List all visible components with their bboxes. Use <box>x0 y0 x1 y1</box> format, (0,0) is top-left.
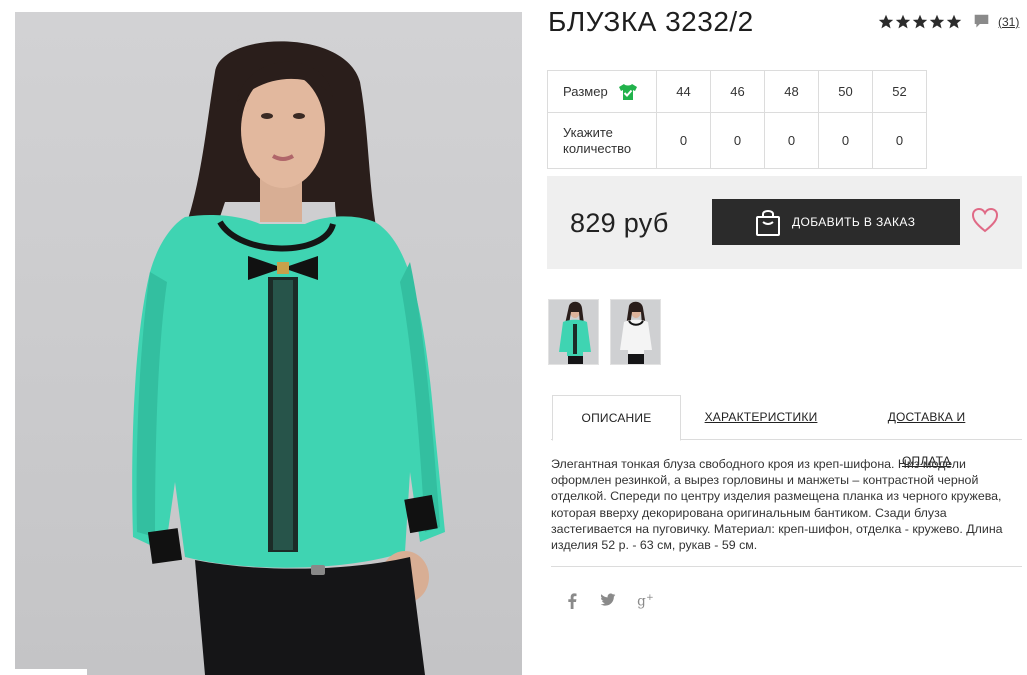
svg-text:+: + <box>646 593 654 603</box>
size-row: Размер 44 46 48 50 52 <box>547 70 927 113</box>
product-main-image[interactable] <box>15 12 522 675</box>
quantity-input-50[interactable]: 0 <box>818 112 873 169</box>
google-plus-icon[interactable]: g + <box>637 592 657 610</box>
size-option-50[interactable]: 50 <box>818 70 873 113</box>
tab-delivery-payment[interactable]: ДОСТАВКА И ОПЛАТА <box>863 395 990 468</box>
image-corner <box>15 669 87 675</box>
heart-icon[interactable] <box>971 207 999 233</box>
buy-panel: 829 руб ДОБАВИТЬ В ЗАКАЗ <box>547 176 1022 269</box>
quantity-input-52[interactable]: 0 <box>872 112 927 169</box>
add-to-order-button[interactable]: ДОБАВИТЬ В ЗАКАЗ <box>712 199 960 245</box>
size-label: Размер <box>563 84 608 99</box>
rating-block: (31) <box>878 13 1019 30</box>
quantity-input-46[interactable]: 0 <box>710 112 765 169</box>
twitter-icon[interactable] <box>600 592 616 608</box>
tab-characteristics[interactable]: ХАРАКТЕРИСТИКИ <box>701 395 821 440</box>
size-option-52[interactable]: 52 <box>872 70 927 113</box>
add-to-order-label: ДОБАВИТЬ В ЗАКАЗ <box>792 215 916 229</box>
quantity-input-48[interactable]: 0 <box>764 112 819 169</box>
star-icon <box>878 14 894 28</box>
size-option-48[interactable]: 48 <box>764 70 819 113</box>
star-icon <box>929 14 945 28</box>
divider <box>551 566 1022 567</box>
star-icon <box>912 14 928 28</box>
quantity-input-44[interactable]: 0 <box>656 112 711 169</box>
thumbnail-mint-blouse[interactable] <box>548 299 599 365</box>
quantity-label-line1: Укажите <box>563 124 613 140</box>
thumbnail-white-blouse[interactable] <box>610 299 661 365</box>
tab-description[interactable]: ОПИСАНИЕ <box>552 395 681 441</box>
model-photo <box>132 41 445 675</box>
size-quantity-table: Размер 44 46 48 50 52 Укажите количество… <box>547 70 927 169</box>
size-option-44[interactable]: 44 <box>656 70 711 113</box>
facebook-icon[interactable] <box>566 592 578 610</box>
tshirt-check-icon[interactable] <box>618 83 638 101</box>
review-count-link[interactable]: (31) <box>998 15 1019 29</box>
size-header-cell: Размер <box>547 70 657 113</box>
price: 829 руб <box>570 208 669 238</box>
info-tabs: ОПИСАНИЕ ХАРАКТЕРИСТИКИ ДОСТАВКА И ОПЛАТ… <box>551 395 1022 468</box>
thumbnail-image <box>549 300 598 364</box>
thumbnail-image <box>611 300 660 364</box>
size-option-46[interactable]: 46 <box>710 70 765 113</box>
comment-icon[interactable] <box>973 13 990 30</box>
quantity-label-line2: количество <box>563 140 632 156</box>
quantity-header-cell: Укажите количество <box>547 112 657 169</box>
product-title: БЛУЗКА 3232/2 <box>548 6 754 37</box>
star-icon <box>895 14 911 28</box>
product-description: Элегантная тонкая блуза свободного кроя … <box>551 457 1003 553</box>
shopping-bag-icon <box>756 210 780 236</box>
svg-text:g: g <box>637 594 646 610</box>
star-icon <box>946 14 962 28</box>
quantity-row: Укажите количество 0 0 0 0 0 <box>547 112 927 169</box>
